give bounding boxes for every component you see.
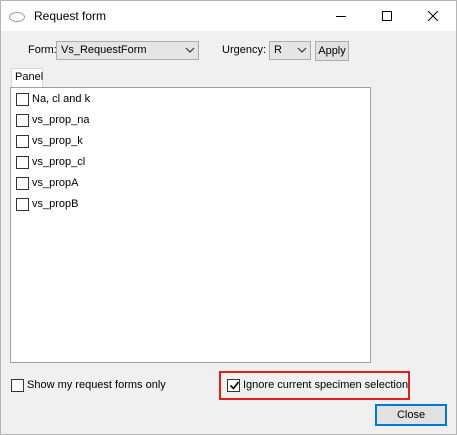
checkbox[interactable] (16, 93, 29, 106)
checkmark-icon (229, 381, 240, 390)
close-icon (428, 11, 438, 21)
checkbox[interactable] (16, 198, 29, 211)
urgency-select[interactable]: R (269, 41, 311, 60)
urgency-label: Urgency: (222, 44, 267, 56)
tab-panel-label: Panel (15, 71, 44, 83)
show-my-forms-checkbox[interactable] (11, 379, 24, 392)
minimize-icon (336, 16, 346, 17)
checkbox[interactable] (16, 135, 29, 148)
window-title: Request form (34, 9, 107, 23)
urgency-select-value: R (274, 44, 282, 56)
list-item-label: Na, cl and k (32, 93, 91, 105)
title-bar[interactable]: Request form (1, 1, 456, 31)
app-icon (9, 12, 25, 22)
tab-panel[interactable]: Panel (11, 68, 43, 88)
form-select-value: Vs_RequestForm (61, 44, 147, 56)
checkbox[interactable] (16, 114, 29, 127)
apply-button[interactable]: Apply (315, 41, 349, 61)
list-item-label: vs_prop_na (32, 114, 90, 126)
form-select[interactable]: Vs_RequestForm (56, 41, 199, 60)
close-button[interactable]: Close (375, 404, 447, 426)
list-item-label: vs_propB (32, 198, 79, 210)
list-item-label: vs_propA (32, 177, 79, 189)
maximize-button[interactable] (364, 1, 410, 31)
maximize-icon (382, 11, 392, 21)
ignore-selection-checkbox[interactable] (227, 379, 240, 392)
chevron-down-icon (297, 47, 307, 53)
form-label: Form: (28, 44, 57, 56)
close-window-button[interactable] (410, 1, 456, 31)
checkbox[interactable] (16, 156, 29, 169)
list-item-label: vs_prop_cl (32, 156, 86, 168)
minimize-button[interactable] (318, 1, 364, 31)
request-form-window: Request form Form: Vs_RequestForm Urgenc… (0, 0, 457, 435)
checkbox[interactable] (16, 177, 29, 190)
panel-list: Na, cl and k vs_prop_na vs_prop_k vs_pro… (10, 87, 371, 363)
show-my-forms-label: Show my request forms only (27, 379, 166, 391)
list-item-label: vs_prop_k (32, 135, 83, 147)
chevron-down-icon (185, 47, 195, 53)
ignore-selection-label: Ignore current specimen selection (243, 379, 409, 391)
